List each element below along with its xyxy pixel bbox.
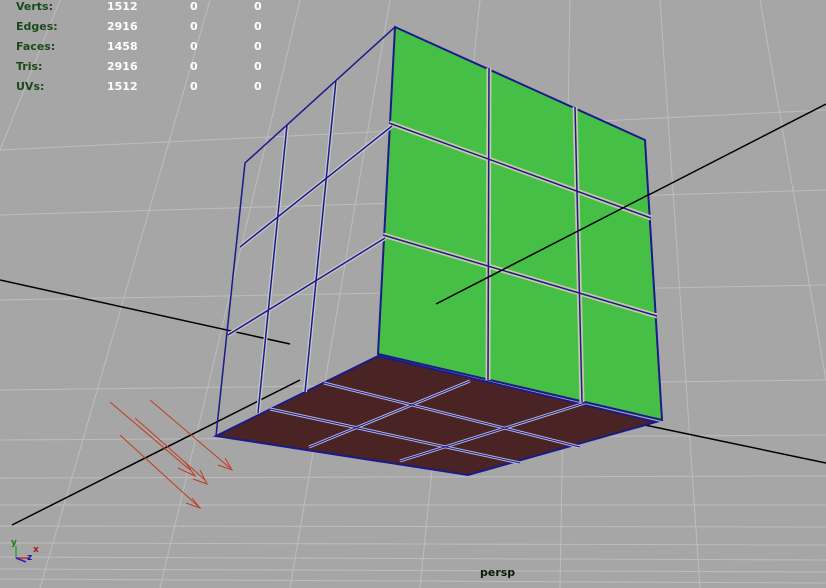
- hud-value: 1512: [107, 0, 138, 13]
- camera-name-label: persp: [480, 566, 516, 579]
- hud-value: 0: [190, 0, 198, 13]
- hud-value: 0: [254, 20, 262, 33]
- hud-value: 0: [190, 60, 198, 73]
- hud-value: 2916: [107, 20, 138, 33]
- hud-value: 0: [190, 40, 198, 53]
- hud-label: Tris:: [16, 60, 43, 73]
- hud-value: 0: [254, 80, 262, 93]
- axis-z-label: z: [27, 553, 33, 563]
- cube-green-face[interactable]: [376, 25, 664, 422]
- hud-label: Faces:: [16, 40, 56, 53]
- hud-value: 0: [254, 40, 262, 53]
- hud-value: 0: [254, 0, 262, 13]
- perspective-viewport[interactable]: Verts: 1512 0 0 Edges: 2916 0 0 Faces: 1458 0 0 Tris…: [0, 0, 826, 588]
- hud-value: 2916: [107, 60, 138, 73]
- hud-label: UVs:: [16, 80, 45, 93]
- hud-label: Verts:: [16, 0, 54, 13]
- hud-label: Edges:: [16, 20, 58, 33]
- hud-value: 0: [190, 20, 198, 33]
- hud-value: 0: [190, 80, 198, 93]
- directional-light-icon[interactable]: [109, 399, 234, 510]
- view-axis-gizmo: y x z: [8, 538, 42, 564]
- poly-count-hud: Verts: 1512 0 0 Edges: 2916 0 0 Faces: 1458 0 0 Tris…: [0, 0, 300, 100]
- axis-x-label: x: [33, 545, 39, 555]
- hud-value: 1512: [107, 80, 138, 93]
- hud-value: 0: [254, 60, 262, 73]
- hud-value: 1458: [107, 40, 138, 53]
- axis-y-label: y: [11, 538, 17, 548]
